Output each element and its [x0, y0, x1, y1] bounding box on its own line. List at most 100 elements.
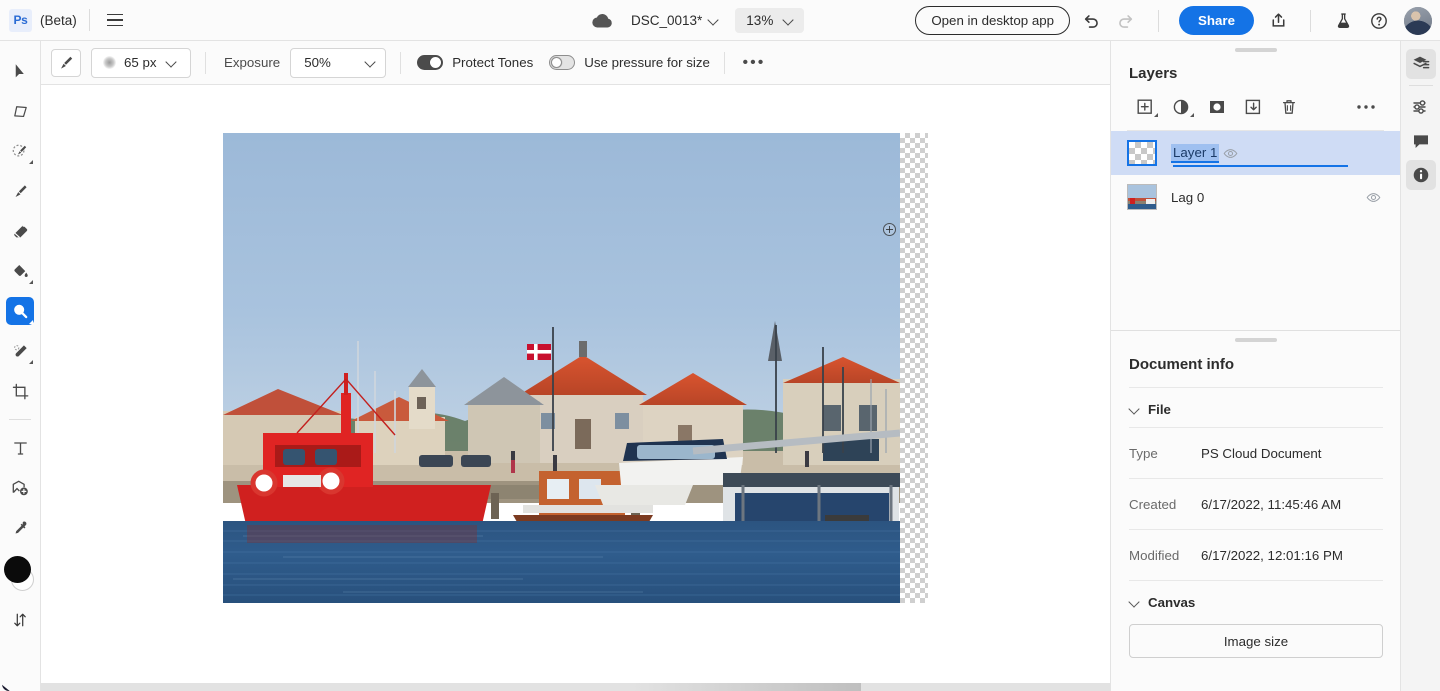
document-name-label: DSC_0013* [631, 13, 702, 28]
layers-toolbar [1111, 82, 1400, 130]
layer-visibility-toggle[interactable] [1362, 186, 1384, 208]
more-options-button[interactable]: ••• [739, 49, 769, 77]
layers-stack-icon [1411, 54, 1431, 74]
info-value-modified: 6/17/2022, 12:01:16 PM [1201, 548, 1343, 563]
rail-comments-button[interactable] [1406, 126, 1436, 156]
chevron-down-icon [1129, 598, 1139, 608]
transform-tool[interactable] [6, 97, 34, 125]
eyedropper-tool[interactable] [6, 514, 34, 542]
color-swatches[interactable] [3, 554, 37, 594]
swap-arrows-icon[interactable] [6, 606, 34, 634]
layer-name-input[interactable]: Layer 1 [1171, 144, 1219, 163]
section-canvas-label: Canvas [1148, 595, 1195, 610]
brush-preview-icon [103, 56, 116, 69]
hamburger-menu-icon[interactable] [102, 7, 128, 33]
document-info-panel: Document info File Type PS Cloud Documen… [1111, 330, 1401, 691]
spot-heal-tool[interactable] [6, 337, 34, 365]
protect-tones-label: Protect Tones [452, 55, 533, 70]
rail-adjustments-button[interactable] [1406, 92, 1436, 122]
options-divider [205, 52, 206, 74]
top-bar-center: DSC_0013* 13% [590, 0, 804, 41]
info-value-created: 6/17/2022, 11:45:46 AM [1201, 497, 1341, 512]
info-key-modified: Modified [1129, 548, 1201, 563]
chevron-down-icon [355, 49, 385, 77]
layer-rename-underline [1173, 165, 1348, 167]
rail-divider [1409, 85, 1433, 86]
document-image [223, 133, 900, 603]
share-export-icon[interactable] [1262, 5, 1294, 37]
layer-visibility-toggle[interactable] [1219, 142, 1241, 164]
options-divider [724, 52, 725, 74]
undo-arrow-icon[interactable] [1074, 5, 1106, 37]
photoshop-logo[interactable]: Ps [9, 9, 32, 32]
brush-tool-preview-button[interactable] [51, 49, 81, 77]
help-question-icon[interactable] [1363, 5, 1395, 37]
dodge-tool[interactable] [6, 297, 34, 325]
paint-bucket-tool[interactable] [6, 257, 34, 285]
move-tool[interactable] [6, 57, 34, 85]
rail-layers-button[interactable] [1406, 49, 1436, 79]
layer-thumbnail[interactable] [1127, 184, 1157, 210]
panel-divider [1111, 330, 1401, 331]
brush-tool[interactable] [6, 177, 34, 205]
protect-tones-toggle[interactable] [417, 55, 443, 70]
section-file-label: File [1148, 402, 1171, 417]
delete-layer-button[interactable] [1271, 94, 1307, 120]
image-size-button[interactable]: Image size [1129, 624, 1383, 658]
info-row-type: Type PS Cloud Document [1129, 427, 1383, 478]
harbor-photograph [223, 133, 900, 603]
options-divider [400, 52, 401, 74]
cloud-icon [590, 9, 614, 33]
layer-mask-button[interactable] [1199, 94, 1235, 120]
type-tool[interactable] [6, 434, 34, 462]
canvas-area[interactable] [41, 85, 1110, 691]
document-info-title: Document info [1111, 342, 1401, 373]
zoom-level-dropdown[interactable]: 13% [735, 8, 804, 33]
right-panel-stack: Layers [1110, 41, 1400, 691]
canvas-horizontal-scrollbar[interactable] [41, 683, 1110, 691]
brush-size-dropdown[interactable]: 65 px [91, 48, 191, 78]
beta-label: (Beta) [40, 13, 77, 28]
crop-tool[interactable] [6, 377, 34, 405]
foreground-color-swatch[interactable] [4, 556, 31, 583]
info-row-created: Created 6/17/2022, 11:45:46 AM [1129, 478, 1383, 529]
info-value-type: PS Cloud Document [1201, 446, 1321, 461]
chevron-down-icon [1129, 405, 1139, 415]
brush-crosshair-cursor [883, 223, 896, 236]
section-file[interactable]: File [1111, 388, 1401, 427]
quick-select-tool[interactable] [6, 137, 34, 165]
scrollbar-thumb[interactable] [41, 683, 861, 691]
layer-row-layer-1[interactable]: Layer 1 [1111, 131, 1400, 175]
rail-info-button[interactable] [1406, 160, 1436, 190]
photoshop-web-app: Ps (Beta) DSC_0013* 13% Open in desktop … [0, 0, 1440, 691]
brush-size-value: 65 px [124, 55, 157, 70]
user-avatar[interactable] [1404, 7, 1432, 35]
toolbar-divider [9, 419, 31, 420]
layer-row-lag-0[interactable]: Lag 0 [1111, 175, 1400, 219]
danish-flag [527, 344, 551, 360]
info-row-modified: Modified 6/17/2022, 12:01:16 PM [1129, 529, 1383, 580]
clipping-mask-button[interactable] [1235, 94, 1271, 120]
flask-icon[interactable] [1327, 5, 1359, 37]
topbar-divider [89, 9, 90, 31]
adjustment-layer-button[interactable] [1163, 94, 1199, 120]
section-canvas[interactable]: Canvas [1111, 581, 1401, 620]
use-pressure-label: Use pressure for size [584, 55, 710, 70]
add-layer-button[interactable] [1127, 94, 1163, 120]
redo-arrow-icon [1110, 5, 1142, 37]
layer-name-label: Lag 0 [1171, 190, 1362, 205]
topbar-divider [1310, 10, 1311, 32]
eraser-tool[interactable] [6, 217, 34, 245]
layer-thumbnail[interactable] [1127, 140, 1157, 166]
place-image-tool[interactable] [6, 474, 34, 502]
artboard[interactable] [223, 133, 928, 603]
top-bar: Ps (Beta) DSC_0013* 13% Open in desktop … [0, 0, 1440, 41]
open-in-desktop-app-button[interactable]: Open in desktop app [915, 6, 1070, 35]
share-button[interactable]: Share [1179, 6, 1254, 35]
chevron-down-icon [157, 49, 187, 77]
use-pressure-for-size-toggle[interactable] [549, 55, 575, 70]
exposure-dropdown[interactable]: 50% [290, 48, 386, 78]
layers-more-button[interactable] [1348, 94, 1384, 120]
chevron-down-icon [709, 16, 718, 25]
document-name-dropdown[interactable]: DSC_0013* [624, 9, 725, 32]
